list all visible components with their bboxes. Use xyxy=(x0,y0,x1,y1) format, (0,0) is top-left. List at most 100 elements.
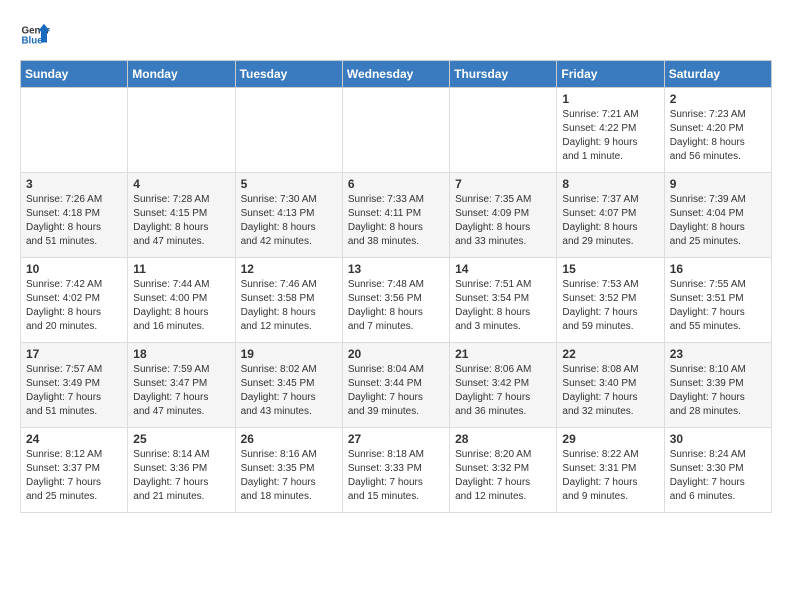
day-number: 25 xyxy=(133,432,229,446)
day-info: Sunrise: 7:55 AM Sunset: 3:51 PM Dayligh… xyxy=(670,278,766,334)
weekday-header-saturday: Saturday xyxy=(664,61,771,88)
day-info: Sunrise: 8:16 AM Sunset: 3:35 PM Dayligh… xyxy=(241,448,337,504)
day-number: 19 xyxy=(241,347,337,361)
calendar-cell: 2 Sunrise: 7:23 AM Sunset: 4:20 PM Daylig… xyxy=(664,88,771,173)
day-info: Sunrise: 7:46 AM Sunset: 3:58 PM Dayligh… xyxy=(241,278,337,334)
day-number: 21 xyxy=(455,347,551,361)
calendar-cell: 16 Sunrise: 7:55 AM Sunset: 3:51 PM Dayli… xyxy=(664,258,771,343)
calendar-cell: 14 Sunrise: 7:51 AM Sunset: 3:54 PM Dayli… xyxy=(450,258,557,343)
calendar-cell: 20 Sunrise: 8:04 AM Sunset: 3:44 PM Dayli… xyxy=(342,343,449,428)
calendar-cell: 12 Sunrise: 7:46 AM Sunset: 3:58 PM Dayli… xyxy=(235,258,342,343)
calendar-header-row: SundayMondayTuesdayWednesdayThursdayFrid… xyxy=(21,61,772,88)
day-info: Sunrise: 7:26 AM Sunset: 4:18 PM Dayligh… xyxy=(26,193,122,249)
day-info: Sunrise: 8:22 AM Sunset: 3:31 PM Dayligh… xyxy=(562,448,658,504)
day-info: Sunrise: 7:57 AM Sunset: 3:49 PM Dayligh… xyxy=(26,363,122,419)
calendar-cell: 27 Sunrise: 8:18 AM Sunset: 3:33 PM Dayli… xyxy=(342,428,449,513)
day-number: 7 xyxy=(455,177,551,191)
day-number: 13 xyxy=(348,262,444,276)
svg-text:Blue: Blue xyxy=(22,35,44,46)
calendar-table: SundayMondayTuesdayWednesdayThursdayFrid… xyxy=(20,60,772,513)
day-number: 30 xyxy=(670,432,766,446)
calendar-cell: 6Sunrise: 7:33 AM Sunset: 4:11 PM Daylig… xyxy=(342,173,449,258)
weekday-header-monday: Monday xyxy=(128,61,235,88)
day-number: 3 xyxy=(26,177,122,191)
day-info: Sunrise: 8:10 AM Sunset: 3:39 PM Dayligh… xyxy=(670,363,766,419)
day-number: 5 xyxy=(241,177,337,191)
calendar-cell xyxy=(128,88,235,173)
day-info: Sunrise: 7:42 AM Sunset: 4:02 PM Dayligh… xyxy=(26,278,122,334)
day-info: Sunrise: 7:59 AM Sunset: 3:47 PM Dayligh… xyxy=(133,363,229,419)
calendar-cell: 13 Sunrise: 7:48 AM Sunset: 3:56 PM Dayli… xyxy=(342,258,449,343)
calendar-cell: 7Sunrise: 7:35 AM Sunset: 4:09 PM Daylig… xyxy=(450,173,557,258)
calendar-cell: 10Sunrise: 7:42 AM Sunset: 4:02 PM Dayli… xyxy=(21,258,128,343)
day-number: 26 xyxy=(241,432,337,446)
day-info: Sunrise: 7:21 AM Sunset: 4:22 PM Dayligh… xyxy=(562,108,658,164)
day-info: Sunrise: 7:23 AM Sunset: 4:20 PM Dayligh… xyxy=(670,108,766,164)
day-info: Sunrise: 7:37 AM Sunset: 4:07 PM Dayligh… xyxy=(562,193,658,249)
day-info: Sunrise: 7:44 AM Sunset: 4:00 PM Dayligh… xyxy=(133,278,229,334)
day-info: Sunrise: 7:51 AM Sunset: 3:54 PM Dayligh… xyxy=(455,278,551,334)
day-number: 1 xyxy=(562,92,658,106)
day-number: 9 xyxy=(670,177,766,191)
day-number: 23 xyxy=(670,347,766,361)
logo: General Blue xyxy=(20,20,50,50)
day-info: Sunrise: 7:39 AM Sunset: 4:04 PM Dayligh… xyxy=(670,193,766,249)
calendar-cell: 21 Sunrise: 8:06 AM Sunset: 3:42 PM Dayli… xyxy=(450,343,557,428)
day-number: 16 xyxy=(670,262,766,276)
calendar-week-2: 3 Sunrise: 7:26 AM Sunset: 4:18 PM Daylig… xyxy=(21,173,772,258)
calendar-week-5: 24 Sunrise: 8:12 AM Sunset: 3:37 PM Dayli… xyxy=(21,428,772,513)
calendar-cell: 8Sunrise: 7:37 AM Sunset: 4:07 PM Daylig… xyxy=(557,173,664,258)
calendar-week-1: 1 Sunrise: 7:21 AM Sunset: 4:22 PM Daylig… xyxy=(21,88,772,173)
day-number: 24 xyxy=(26,432,122,446)
calendar-cell: 4Sunrise: 7:28 AM Sunset: 4:15 PM Daylig… xyxy=(128,173,235,258)
calendar-cell: 29 Sunrise: 8:22 AM Sunset: 3:31 PM Dayli… xyxy=(557,428,664,513)
day-info: Sunrise: 8:04 AM Sunset: 3:44 PM Dayligh… xyxy=(348,363,444,419)
calendar-cell xyxy=(235,88,342,173)
day-number: 2 xyxy=(670,92,766,106)
day-number: 29 xyxy=(562,432,658,446)
day-info: Sunrise: 7:28 AM Sunset: 4:15 PM Dayligh… xyxy=(133,193,229,249)
calendar-cell: 5 Sunrise: 7:30 AM Sunset: 4:13 PM Daylig… xyxy=(235,173,342,258)
day-info: Sunrise: 7:30 AM Sunset: 4:13 PM Dayligh… xyxy=(241,193,337,249)
weekday-header-tuesday: Tuesday xyxy=(235,61,342,88)
page-header: General Blue xyxy=(20,20,772,50)
calendar-cell: 23 Sunrise: 8:10 AM Sunset: 3:39 PM Dayli… xyxy=(664,343,771,428)
day-info: Sunrise: 8:06 AM Sunset: 3:42 PM Dayligh… xyxy=(455,363,551,419)
calendar-cell: 28 Sunrise: 8:20 AM Sunset: 3:32 PM Dayli… xyxy=(450,428,557,513)
day-info: Sunrise: 8:24 AM Sunset: 3:30 PM Dayligh… xyxy=(670,448,766,504)
day-number: 17 xyxy=(26,347,122,361)
calendar-cell: 17 Sunrise: 7:57 AM Sunset: 3:49 PM Dayli… xyxy=(21,343,128,428)
day-number: 15 xyxy=(562,262,658,276)
calendar-cell xyxy=(21,88,128,173)
day-number: 20 xyxy=(348,347,444,361)
calendar-cell: 15 Sunrise: 7:53 AM Sunset: 3:52 PM Dayli… xyxy=(557,258,664,343)
calendar-week-3: 10Sunrise: 7:42 AM Sunset: 4:02 PM Dayli… xyxy=(21,258,772,343)
day-info: Sunrise: 8:14 AM Sunset: 3:36 PM Dayligh… xyxy=(133,448,229,504)
day-info: Sunrise: 7:33 AM Sunset: 4:11 PM Dayligh… xyxy=(348,193,444,249)
weekday-header-thursday: Thursday xyxy=(450,61,557,88)
day-number: 28 xyxy=(455,432,551,446)
calendar-cell: 3 Sunrise: 7:26 AM Sunset: 4:18 PM Daylig… xyxy=(21,173,128,258)
logo-icon: General Blue xyxy=(20,20,50,50)
weekday-header-friday: Friday xyxy=(557,61,664,88)
day-info: Sunrise: 8:12 AM Sunset: 3:37 PM Dayligh… xyxy=(26,448,122,504)
day-number: 14 xyxy=(455,262,551,276)
day-info: Sunrise: 7:48 AM Sunset: 3:56 PM Dayligh… xyxy=(348,278,444,334)
day-number: 12 xyxy=(241,262,337,276)
calendar-cell: 22Sunrise: 8:08 AM Sunset: 3:40 PM Dayli… xyxy=(557,343,664,428)
weekday-header-sunday: Sunday xyxy=(21,61,128,88)
day-info: Sunrise: 8:02 AM Sunset: 3:45 PM Dayligh… xyxy=(241,363,337,419)
day-info: Sunrise: 7:53 AM Sunset: 3:52 PM Dayligh… xyxy=(562,278,658,334)
day-number: 27 xyxy=(348,432,444,446)
calendar-cell: 11 Sunrise: 7:44 AM Sunset: 4:00 PM Dayli… xyxy=(128,258,235,343)
calendar-week-4: 17 Sunrise: 7:57 AM Sunset: 3:49 PM Dayli… xyxy=(21,343,772,428)
day-number: 11 xyxy=(133,262,229,276)
calendar-cell: 19 Sunrise: 8:02 AM Sunset: 3:45 PM Dayli… xyxy=(235,343,342,428)
calendar-cell xyxy=(342,88,449,173)
calendar-cell: 9 Sunrise: 7:39 AM Sunset: 4:04 PM Daylig… xyxy=(664,173,771,258)
day-info: Sunrise: 8:20 AM Sunset: 3:32 PM Dayligh… xyxy=(455,448,551,504)
day-info: Sunrise: 8:18 AM Sunset: 3:33 PM Dayligh… xyxy=(348,448,444,504)
calendar-cell: 26 Sunrise: 8:16 AM Sunset: 3:35 PM Dayli… xyxy=(235,428,342,513)
day-number: 22 xyxy=(562,347,658,361)
calendar-cell: 25 Sunrise: 8:14 AM Sunset: 3:36 PM Dayli… xyxy=(128,428,235,513)
